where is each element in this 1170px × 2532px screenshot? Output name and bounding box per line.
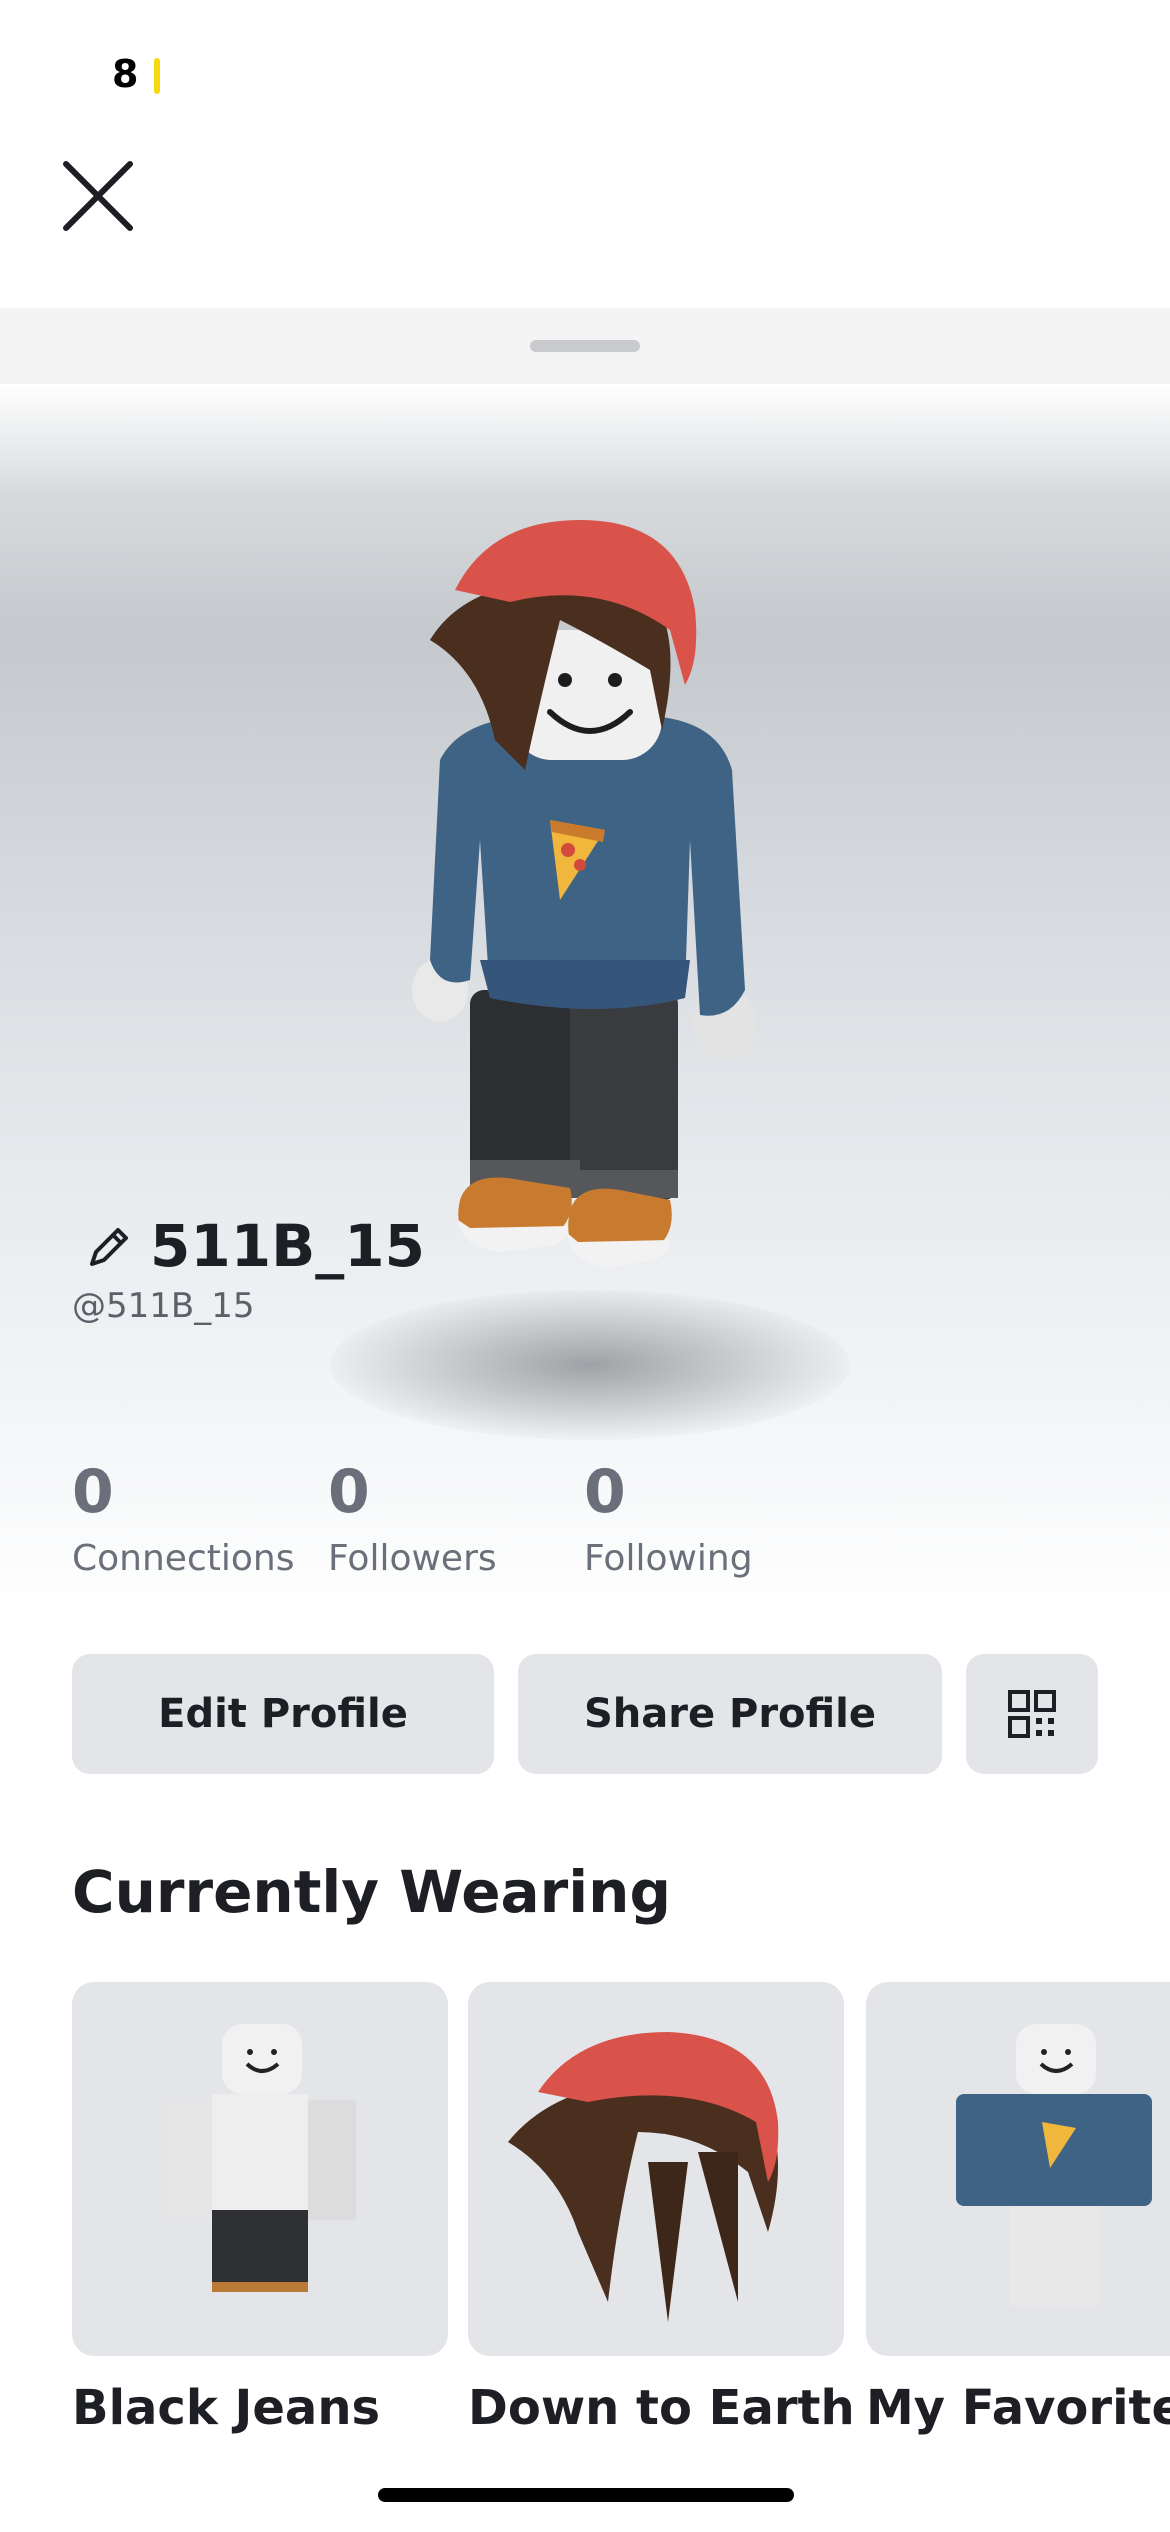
- stat-following[interactable]: 0 Following: [584, 1462, 753, 1579]
- display-name-row[interactable]: 511B_15: [84, 1212, 425, 1280]
- wearing-item-card[interactable]: [468, 1982, 844, 2356]
- item-thumbnail: [508, 2032, 779, 2322]
- stat-followers[interactable]: 0 Followers: [328, 1462, 497, 1579]
- stat-label: Connections: [72, 1538, 295, 1579]
- qr-code-icon: [1008, 1690, 1056, 1738]
- display-name: 511B_15: [150, 1212, 425, 1280]
- username: @511B_15: [72, 1286, 255, 1326]
- wearing-item-name[interactable]: Down to Earth: [468, 2380, 855, 2436]
- close-button[interactable]: [58, 156, 138, 236]
- item-thumbnail: [956, 2024, 1152, 2306]
- home-indicator[interactable]: [378, 2488, 794, 2502]
- wearing-item-card[interactable]: [72, 1982, 448, 2356]
- qr-code-button[interactable]: [966, 1654, 1098, 1774]
- wearing-item-card[interactable]: [866, 1982, 1170, 2356]
- stat-count: 0: [328, 1457, 370, 1527]
- item-thumbnail: [164, 2024, 356, 2292]
- wearing-item-name[interactable]: My Favorite: [866, 2380, 1170, 2436]
- status-time: 8: [112, 52, 140, 96]
- avatar-3d-figure[interactable]: [400, 520, 780, 1280]
- sheet-drag-handle[interactable]: [530, 340, 640, 352]
- stat-count: 0: [584, 1457, 626, 1527]
- wearing-item-name[interactable]: Black Jeans: [72, 2380, 380, 2436]
- pencil-icon[interactable]: [84, 1220, 136, 1272]
- stat-connections[interactable]: 0 Connections: [72, 1462, 294, 1579]
- share-profile-button[interactable]: Share Profile: [518, 1654, 942, 1774]
- edit-profile-button[interactable]: Edit Profile: [72, 1654, 494, 1774]
- stat-label: Following: [584, 1538, 753, 1579]
- stat-label: Followers: [328, 1538, 497, 1579]
- stat-count: 0: [72, 1457, 114, 1527]
- close-icon: [63, 161, 133, 231]
- currently-wearing-title: Currently Wearing: [72, 1858, 671, 1926]
- status-indicator: [154, 58, 160, 94]
- profile-screen: 8 511B_15 @511B_15 0 Connections 0 Follo…: [0, 0, 1170, 2532]
- avatar-shadow: [330, 1290, 850, 1440]
